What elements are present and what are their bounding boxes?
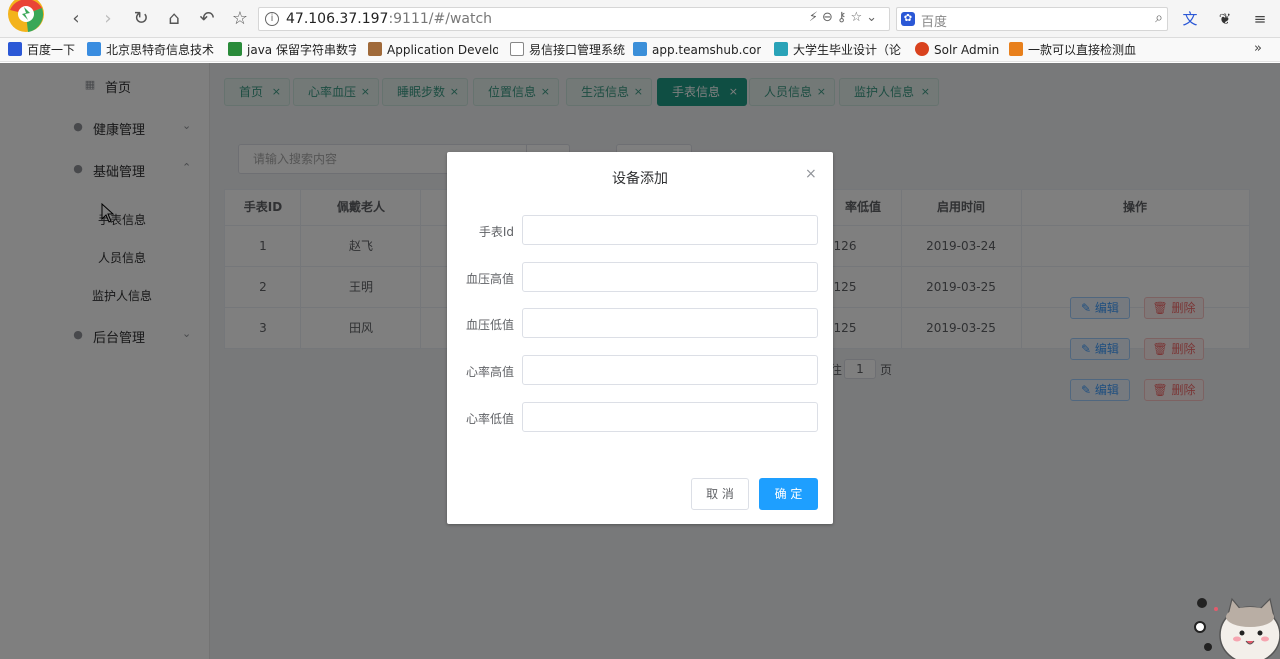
address-bar[interactable]: i 47.106.37.197:9111/#/watch ⚡⊖⚷☆⌄ (258, 7, 890, 31)
bookmark-item[interactable]: 大学生毕业设计（论 (774, 42, 904, 58)
bookmark-item[interactable]: Solr Admin (915, 42, 1000, 58)
form-row-hr-low: 心率低值 (447, 402, 833, 432)
browser-search-box[interactable]: ✿ 百度 ⌕ (896, 7, 1168, 31)
search-icon[interactable]: ⌕ (1155, 10, 1163, 26)
graduation-icon (774, 42, 788, 56)
bookmarks-more-icon[interactable]: » (1254, 41, 1262, 56)
form-row-hr-high: 心率高值 (447, 355, 833, 385)
bookmark-item[interactable]: 易信接口管理系统 (510, 42, 625, 58)
info-icon[interactable]: i (265, 12, 279, 26)
translate-icon[interactable]: 文 (1180, 9, 1200, 29)
baidu-paw-icon: ✿ (901, 12, 915, 26)
bookmark-item[interactable]: 一款可以直接检测血 (1009, 42, 1139, 58)
watch-id-input[interactable] (522, 215, 818, 245)
field-label: 血压高值 (465, 272, 514, 286)
dialog-title: 设备添加 (612, 171, 668, 187)
address-bar-icons[interactable]: ⚡⊖⚷☆⌄ (809, 10, 881, 25)
close-icon[interactable]: × (805, 166, 817, 182)
tool-icon (1009, 42, 1023, 56)
browser-logo-icon[interactable] (6, 0, 48, 38)
cancel-button[interactable]: 取 消 (691, 478, 749, 510)
evernote-icon[interactable]: ❦ (1215, 9, 1235, 29)
reload-icon[interactable]: ↻ (130, 8, 152, 30)
url-text: 47.106.37.197:9111/#/watch (286, 11, 493, 27)
bp-high-input[interactable] (522, 262, 818, 292)
hr-low-input[interactable] (522, 402, 818, 432)
forward-icon[interactable]: › (97, 8, 119, 30)
bookmark-item[interactable]: 百度一下 (8, 42, 78, 58)
back-icon[interactable]: ‹ (65, 8, 87, 30)
bookmark-item[interactable]: 北京思特奇信息技术 (87, 42, 217, 58)
bookmark-item[interactable]: app.teamshub.com (633, 42, 761, 58)
confirm-button[interactable]: 确 定 (759, 478, 818, 510)
form-row-bp-high: 血压高值 (447, 262, 833, 292)
field-label: 心率高值 (465, 365, 514, 379)
undo-icon[interactable]: ↶ (196, 8, 218, 30)
form-row-watch-id: 手表Id (447, 215, 833, 245)
form-row-bp-low: 血压低值 (447, 308, 833, 338)
bookmarks-bar: 百度一下 北京思特奇信息技术 java 保留字符串数字 Application … (0, 38, 1280, 62)
search-engine-label: 百度 (921, 15, 948, 30)
cloud-icon (87, 42, 101, 56)
favorite-star-icon[interactable]: ☆ (229, 8, 251, 30)
browser-toolbar: ‹ › ↻ ⌂ ↶ ☆ i 47.106.37.197:9111/#/watch… (0, 0, 1280, 38)
cat-mascot-icon[interactable] (1190, 585, 1280, 659)
hr-high-input[interactable] (522, 355, 818, 385)
menu-icon[interactable]: ≡ (1250, 9, 1270, 29)
bp-low-input[interactable] (522, 308, 818, 338)
field-label: 手表Id (478, 225, 514, 239)
device-add-dialog: 设备添加 × 手表Id 血压高值 血压低值 心率高值 心率低值 取 消 确 定 (447, 152, 833, 524)
baidu-icon (8, 42, 22, 56)
bookmark-item[interactable]: java 保留字符串数字 (228, 42, 356, 58)
page-icon (510, 42, 524, 56)
bookmark-icon (228, 42, 242, 56)
home-icon[interactable]: ⌂ (163, 8, 185, 30)
bookmark-item[interactable]: Application Develo (368, 42, 498, 58)
field-label: 血压低值 (465, 318, 514, 332)
field-label: 心率低值 (465, 412, 514, 426)
image-icon (368, 42, 382, 56)
solr-icon (915, 42, 929, 56)
teamshub-icon (633, 42, 647, 56)
